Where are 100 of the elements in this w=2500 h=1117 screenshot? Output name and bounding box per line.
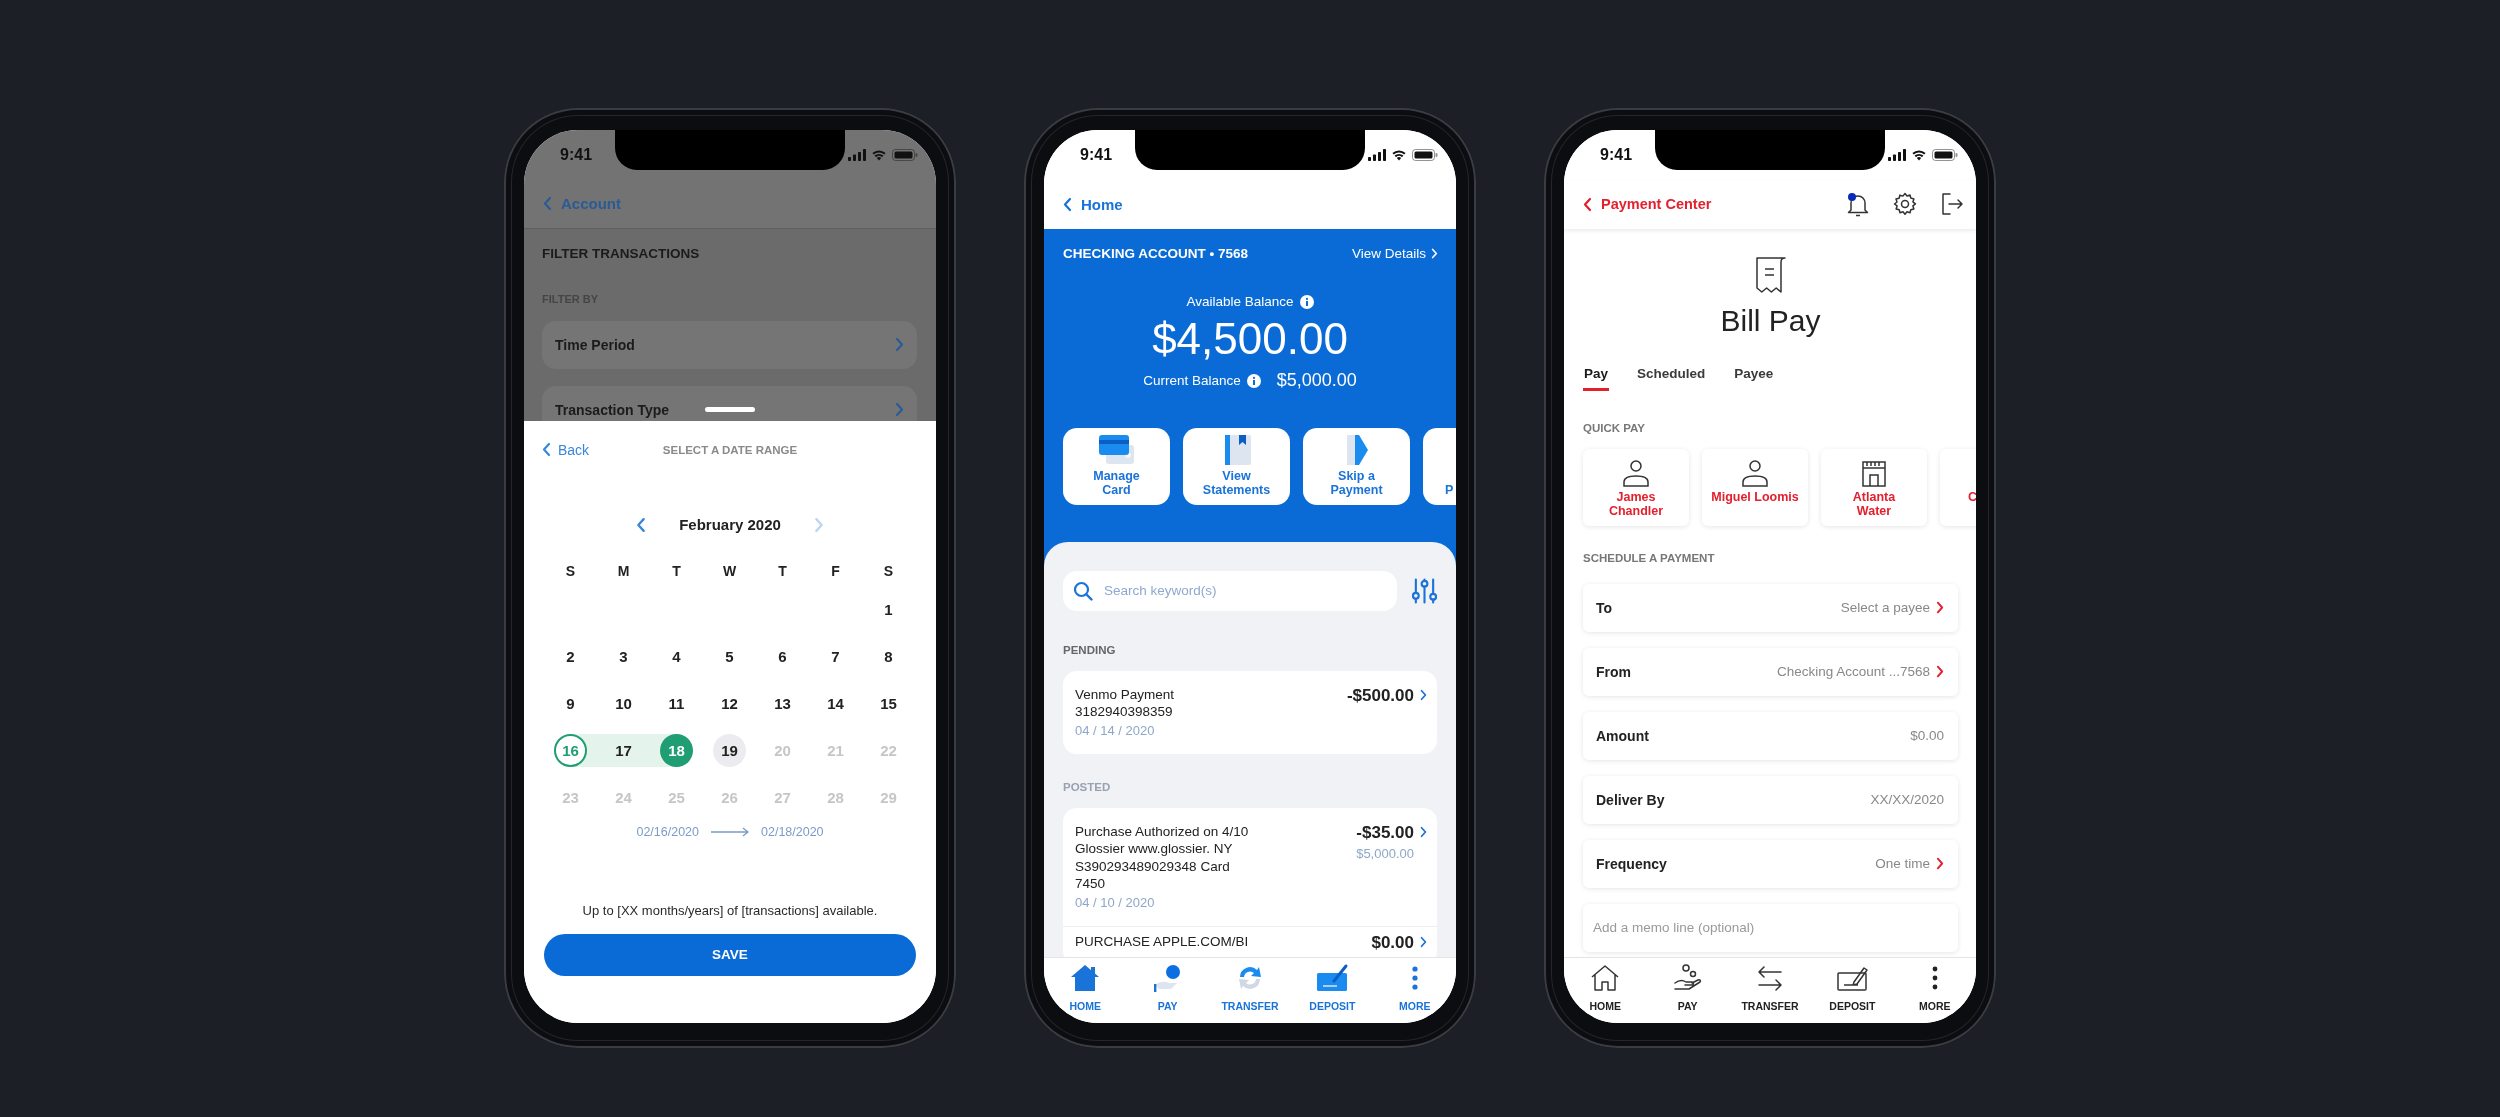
back-link[interactable]: Payment Center — [1583, 196, 1712, 212]
calendar-day[interactable]: 11 — [660, 686, 693, 720]
tab-bar-item[interactable]: HOME — [1044, 957, 1127, 1023]
tab-bar-item[interactable]: TRANSFER — [1208, 957, 1292, 1023]
logout-icon[interactable] — [1939, 191, 1965, 217]
calendar-day[interactable]: 7 — [819, 639, 852, 673]
wifi-icon — [1391, 148, 1407, 161]
filter-option[interactable]: Transaction Type — [542, 385, 917, 421]
chevron-left-icon[interactable] — [635, 516, 647, 533]
payee-tile[interactable]: Atlanta Water — [1821, 448, 1927, 526]
view-details-link[interactable]: View Details — [1351, 246, 1438, 261]
calendar-day[interactable]: 19 — [713, 733, 746, 767]
month-label: February 2020 — [678, 516, 782, 533]
payee-tile[interactable]: James Chandler — [1583, 448, 1689, 526]
chevron-left-icon — [1583, 196, 1592, 212]
tab-bar-item[interactable]: DEPOSIT — [1291, 957, 1374, 1023]
tab[interactable]: Scheduled — [1636, 363, 1707, 391]
payee-tile[interactable]: Miguel Loomis — [1702, 448, 1808, 526]
calendar-day[interactable]: 5 — [713, 639, 746, 673]
battery-icon — [1932, 148, 1958, 161]
arrow-icon — [711, 826, 749, 837]
chevron-right-icon — [1420, 689, 1427, 701]
check-deposit-icon — [1315, 962, 1350, 993]
calendar-day[interactable]: 13 — [766, 686, 799, 720]
calendar-day[interactable]: 18 — [660, 733, 693, 767]
weekday-label: F — [831, 562, 840, 579]
tab[interactable]: Payee — [1733, 363, 1775, 391]
status-time: 9:41 — [560, 145, 593, 164]
calendar-day[interactable]: 14 — [819, 686, 852, 720]
page-title: FILTER TRANSACTIONS — [542, 244, 701, 263]
sheet-handle[interactable] — [705, 406, 755, 412]
field-value: $0.00 — [1910, 728, 1944, 743]
calendar-day[interactable]: 9 — [554, 686, 587, 720]
tab[interactable]: Pay — [1583, 363, 1610, 391]
field-label: From — [1596, 663, 1631, 680]
calendar-day[interactable]: 6 — [766, 639, 799, 673]
search-field[interactable]: Search keyword(s) — [1063, 570, 1397, 611]
credit-card-icon — [1096, 432, 1137, 467]
payee-tile[interactable]: C — [1940, 448, 1976, 526]
payment-field-row[interactable]: From Checking Account ...7568 — [1583, 647, 1958, 696]
settings-icon[interactable] — [1892, 191, 1918, 217]
filter-icon[interactable] — [1412, 576, 1437, 605]
person-icon — [1621, 457, 1651, 488]
tab-bar-item[interactable]: MORE — [1893, 957, 1976, 1023]
quick-action-tile[interactable]: Manage Card — [1063, 427, 1170, 505]
quick-action-tile[interactable]: P — [1423, 427, 1456, 505]
calendar-day[interactable]: 1 — [872, 592, 905, 626]
tab-bar-item[interactable]: TRANSFER — [1728, 957, 1812, 1023]
calendar-day[interactable]: 17 — [607, 733, 640, 767]
save-button[interactable]: SAVE — [544, 933, 916, 976]
start-date: 02/16/2020 — [636, 824, 699, 839]
section-label: SCHEDULE A PAYMENT — [1583, 550, 1716, 566]
field-value: One time — [1875, 856, 1930, 871]
tab-bar-item[interactable]: DEPOSIT — [1811, 957, 1894, 1023]
field-label: To — [1596, 599, 1613, 616]
field-value: Select a payee — [1840, 600, 1930, 615]
field-value: XX/XX/2020 — [1870, 792, 1944, 807]
tab-bar-item[interactable]: PAY — [1646, 957, 1729, 1023]
notifications-button[interactable] — [1845, 191, 1871, 217]
transaction-description: Purchase Authorized on 4/10 Glossier www.glossier. NY S390293489029348 Card 7450 — [1075, 822, 1249, 893]
end-date: 02/18/2020 — [761, 824, 824, 839]
weekday-label: M — [617, 562, 630, 579]
search-icon — [1073, 580, 1093, 601]
tab-bar-item[interactable]: MORE — [1373, 957, 1456, 1023]
calendar-day[interactable]: 4 — [660, 639, 693, 673]
quick-action-tile[interactable]: Skip a Payment — [1303, 427, 1410, 505]
back-link[interactable]: Home — [1063, 195, 1123, 213]
transaction-amount: -$35.00 — [1356, 822, 1414, 842]
calendar-day[interactable]: 16 — [554, 733, 587, 767]
memo-field[interactable]: Add a memo line (optional) — [1583, 903, 1958, 952]
quick-action-tile[interactable]: View Statements — [1183, 427, 1290, 505]
section-label: POSTED — [1063, 779, 1112, 795]
filter-option[interactable]: Time Period — [542, 320, 917, 369]
chevron-right-icon — [1420, 826, 1427, 838]
payment-field-row[interactable]: Deliver By XX/XX/2020 — [1583, 775, 1958, 824]
field-label: Deliver By — [1596, 791, 1665, 808]
payment-field-row[interactable]: Frequency One time — [1583, 839, 1958, 888]
weekday-label: T — [672, 562, 681, 579]
running-balance: $5,000.00 — [1356, 845, 1414, 861]
calendar-day[interactable]: 3 — [607, 639, 640, 673]
payment-field-row[interactable]: Amount $0.00 — [1583, 711, 1958, 760]
tab-bar-item[interactable]: HOME — [1564, 957, 1647, 1023]
transaction-description: Venmo Payment 3182940398359 — [1075, 685, 1175, 721]
payment-field-row[interactable]: To Select a payee — [1583, 583, 1958, 632]
calendar-day[interactable]: 15 — [872, 686, 905, 720]
signal-icon — [1368, 148, 1386, 161]
battery-icon — [1412, 148, 1438, 161]
info-icon — [1246, 373, 1261, 388]
person-icon — [1740, 457, 1770, 488]
tab-bar-item[interactable]: PAY — [1126, 957, 1209, 1023]
section-label: QUICK PAY — [1583, 420, 1646, 436]
chevron-right-icon — [1420, 936, 1427, 948]
wifi-icon — [1911, 148, 1927, 161]
back-link[interactable]: Back — [542, 441, 590, 458]
calendar-day[interactable]: 12 — [713, 686, 746, 720]
calendar-day[interactable]: 8 — [872, 639, 905, 673]
calendar-day[interactable]: 2 — [554, 639, 587, 673]
section-label: PENDING — [1063, 642, 1117, 658]
current-balance-label: Current Balance — [1143, 373, 1241, 388]
calendar-day[interactable]: 10 — [607, 686, 640, 720]
